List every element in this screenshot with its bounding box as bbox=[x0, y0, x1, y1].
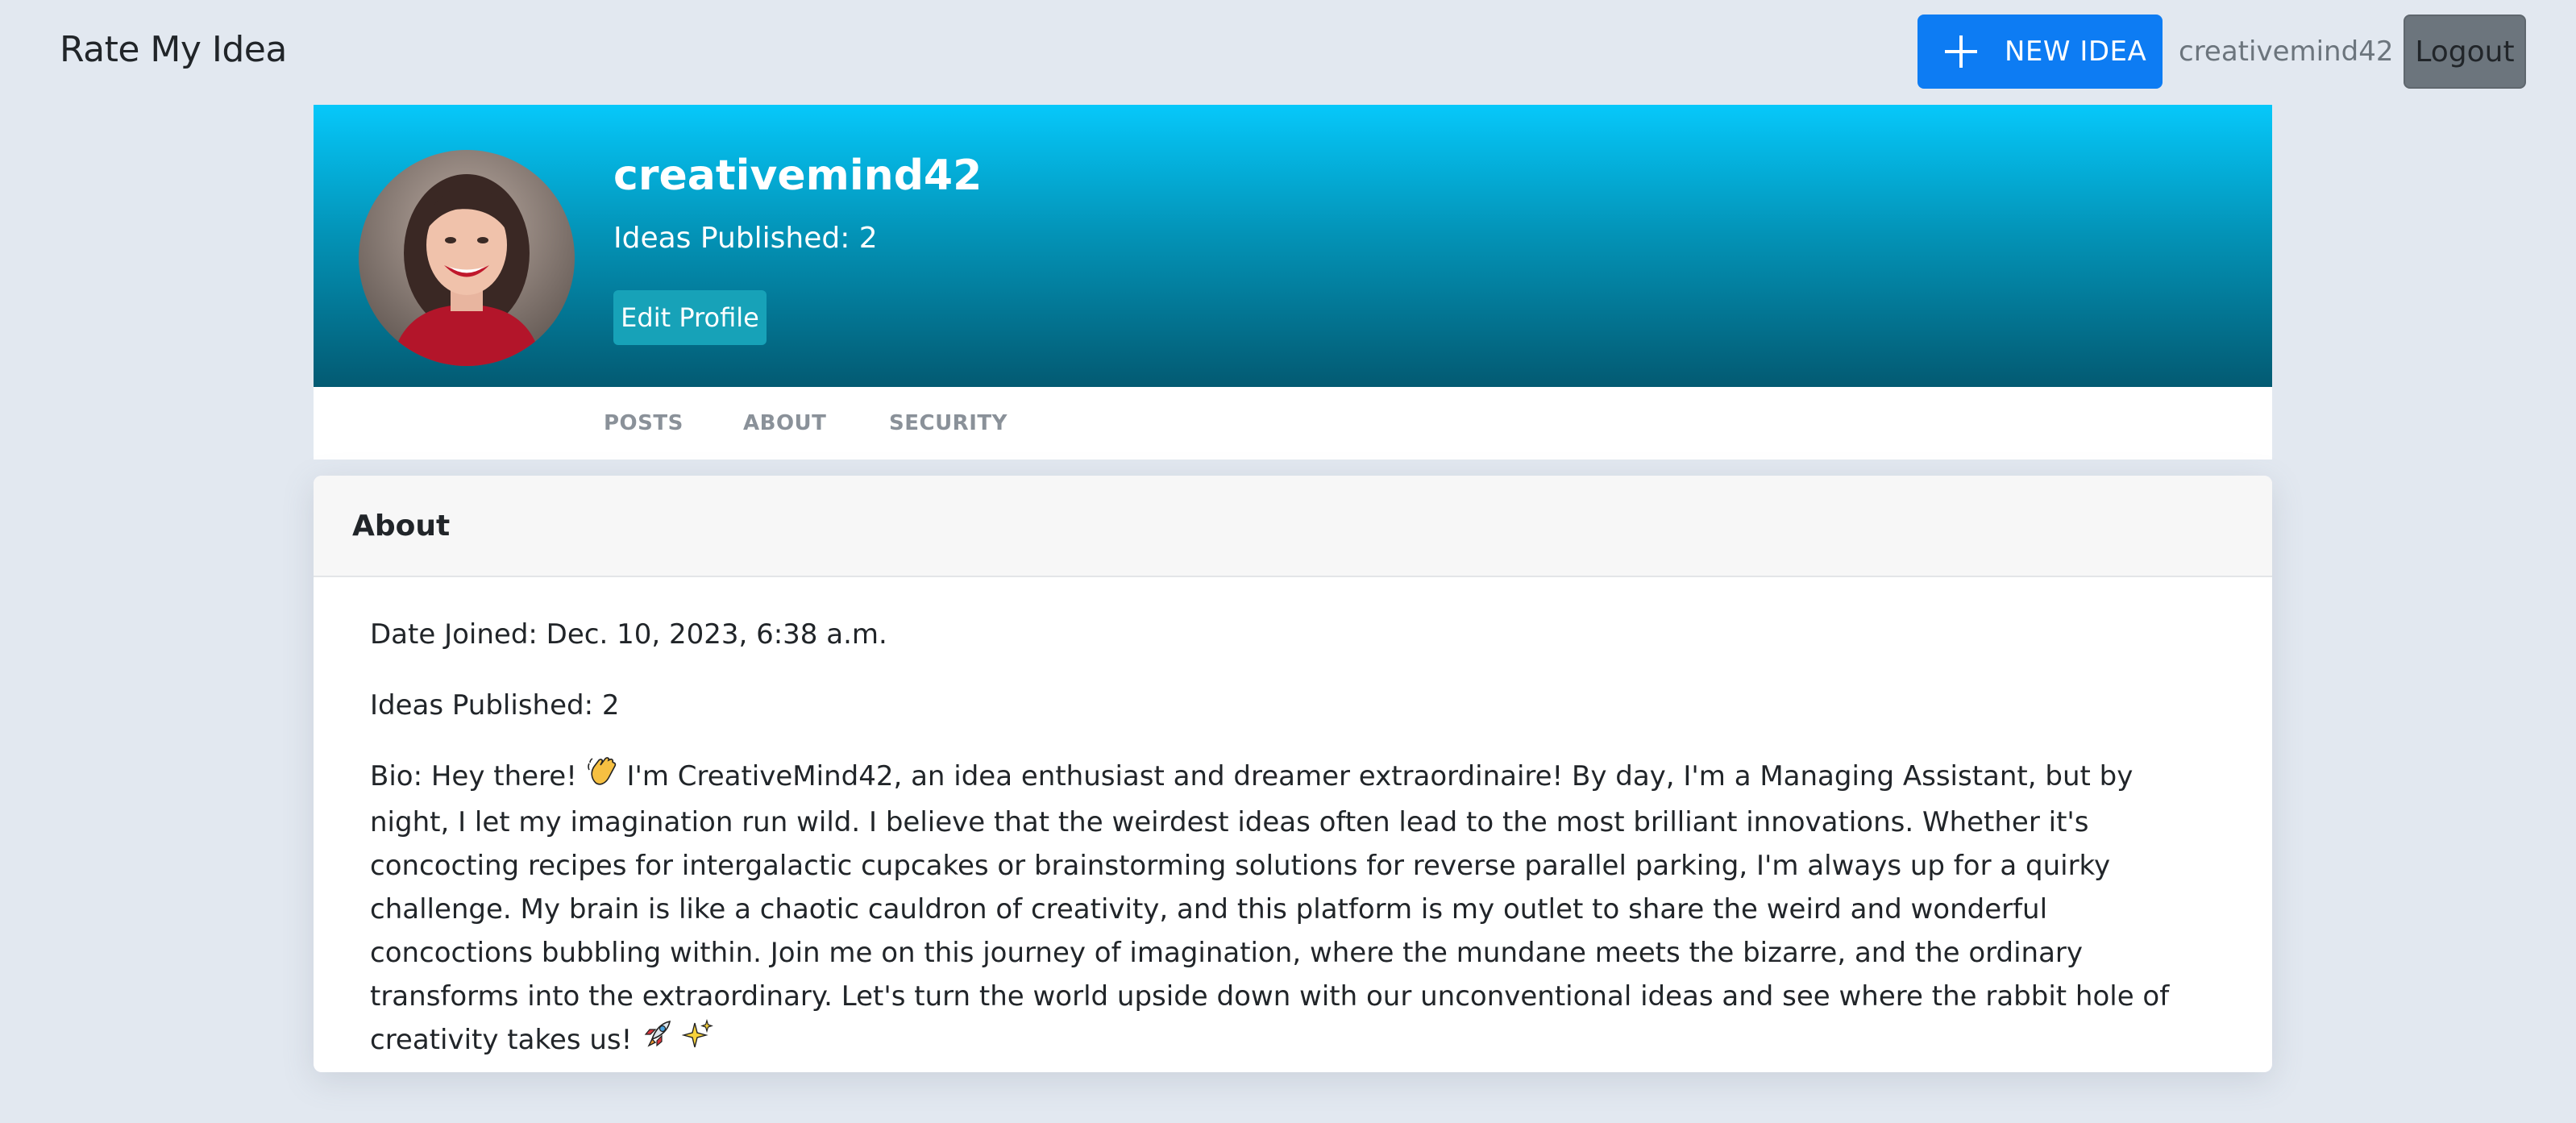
sparkles-icon bbox=[681, 1018, 714, 1063]
tab-security[interactable]: SECURITY bbox=[889, 411, 1008, 435]
profile-username: creativemind42 bbox=[613, 152, 983, 200]
profile-ideas-published: Ideas Published: 2 bbox=[613, 222, 878, 255]
plus-icon bbox=[1945, 35, 1977, 68]
nav-username-link[interactable]: creativemind42 bbox=[2179, 35, 2393, 68]
brand-logo[interactable]: Rate My Idea bbox=[60, 29, 287, 70]
new-idea-button[interactable]: NEW IDEA bbox=[1917, 15, 2163, 89]
top-navbar: Rate My Idea NEW IDEA creativemind42 Log… bbox=[0, 0, 2576, 103]
bio-text: I'm CreativeMind42, an idea enthusiast a… bbox=[370, 760, 2170, 1056]
about-card-body: Date Joined: Dec. 10, 2023, 6:38 a.m. Id… bbox=[314, 577, 2272, 1063]
bio: Bio: Hey there! I'm CreativeMind42, an i… bbox=[370, 755, 2177, 1063]
avatar bbox=[359, 150, 575, 366]
about-card-title: About bbox=[314, 476, 2272, 577]
rocket-icon bbox=[641, 1018, 673, 1063]
profile-tab-bar: POSTS ABOUT SECURITY bbox=[314, 387, 2272, 460]
edit-profile-button[interactable]: Edit Profile bbox=[613, 290, 767, 345]
profile-header: creativemind42 Ideas Published: 2 Edit P… bbox=[314, 105, 2272, 387]
about-card: About Date Joined: Dec. 10, 2023, 6:38 a… bbox=[314, 476, 2272, 1072]
bio-prefix: Bio: Hey there! bbox=[370, 760, 577, 792]
tab-about[interactable]: ABOUT bbox=[743, 411, 826, 435]
waving-hand-icon bbox=[586, 755, 618, 801]
new-idea-label: NEW IDEA bbox=[2005, 35, 2147, 68]
logout-button[interactable]: Logout bbox=[2404, 15, 2526, 89]
ideas-published: Ideas Published: 2 bbox=[370, 689, 620, 722]
avatar-image bbox=[359, 150, 575, 366]
tab-posts[interactable]: POSTS bbox=[604, 411, 683, 435]
date-joined: Date Joined: Dec. 10, 2023, 6:38 a.m. bbox=[370, 618, 887, 651]
